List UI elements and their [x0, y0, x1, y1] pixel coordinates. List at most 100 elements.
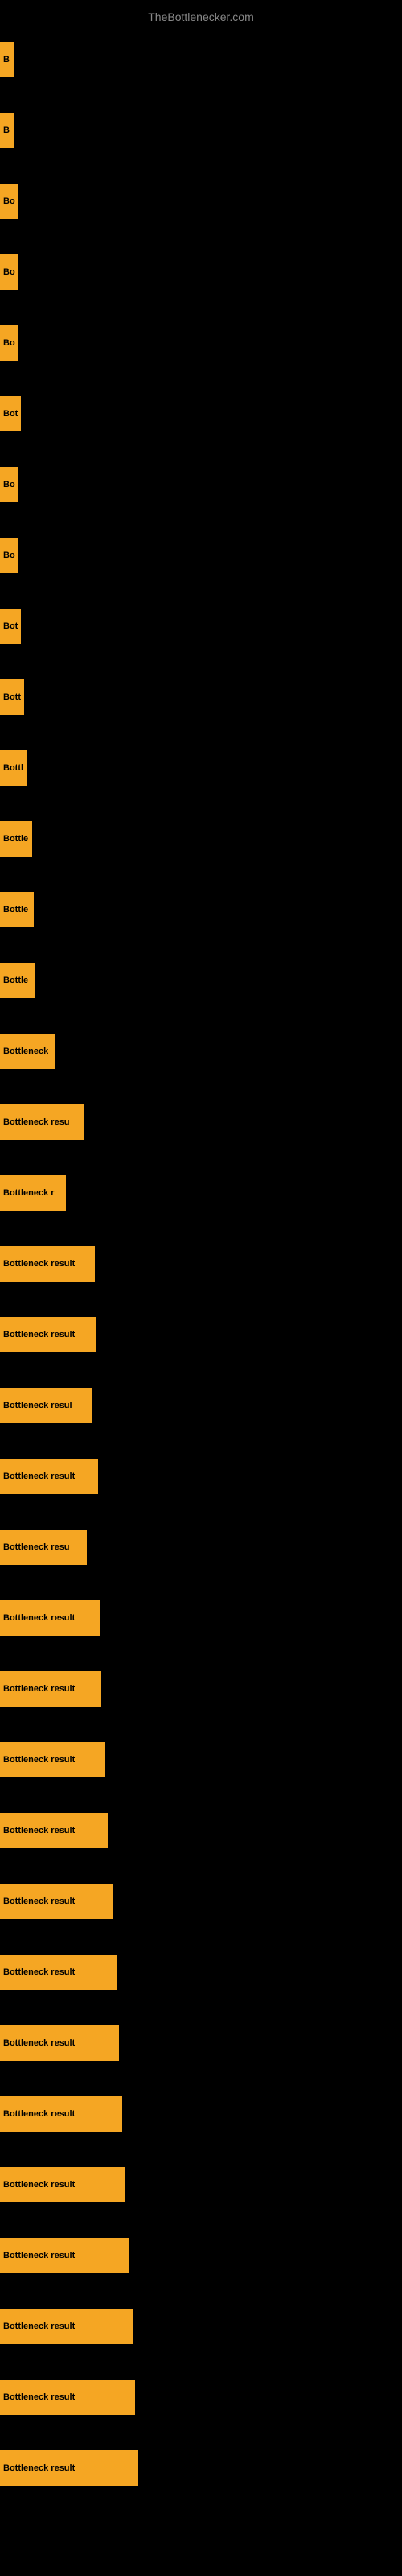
bar-row-34: Bottleneck result — [0, 2362, 402, 2433]
bar-label-9: Bot — [3, 621, 18, 631]
bar-label-31: Bottleneck result — [3, 2180, 75, 2190]
bar-label-23: Bottleneck result — [3, 1613, 75, 1623]
bar-18: Bottleneck result — [0, 1246, 95, 1282]
bar-label-35: Bottleneck result — [3, 2463, 75, 2473]
bar-row-3: Bo — [0, 166, 402, 237]
bar-4: Bo — [0, 254, 18, 290]
bar-label-34: Bottleneck result — [3, 2392, 75, 2402]
bar-32: Bottleneck result — [0, 2238, 129, 2273]
bar-label-5: Bo — [3, 338, 15, 348]
bar-label-27: Bottleneck result — [3, 1897, 75, 1906]
bar-15: Bottleneck — [0, 1034, 55, 1069]
bar-row-32: Bottleneck result — [0, 2220, 402, 2291]
bar-10: Bott — [0, 679, 24, 715]
bar-row-25: Bottleneck result — [0, 1724, 402, 1795]
bar-31: Bottleneck result — [0, 2167, 125, 2202]
bar-label-13: Bottle — [3, 905, 28, 914]
bar-label-7: Bo — [3, 480, 15, 489]
bar-row-26: Bottleneck result — [0, 1795, 402, 1866]
bar-row-31: Bottleneck result — [0, 2149, 402, 2220]
bar-2: B — [0, 113, 14, 148]
bar-row-13: Bottle — [0, 874, 402, 945]
bar-30: Bottleneck result — [0, 2096, 122, 2132]
bar-3: Bo — [0, 184, 18, 219]
bar-label-4: Bo — [3, 267, 15, 277]
bar-row-1: B — [0, 24, 402, 95]
bar-row-9: Bot — [0, 591, 402, 662]
bar-row-17: Bottleneck r — [0, 1158, 402, 1228]
bar-14: Bottle — [0, 963, 35, 998]
bar-row-10: Bott — [0, 662, 402, 733]
bar-label-24: Bottleneck result — [3, 1684, 75, 1694]
bar-row-23: Bottleneck result — [0, 1583, 402, 1653]
bar-23: Bottleneck result — [0, 1600, 100, 1636]
bar-label-25: Bottleneck result — [3, 1755, 75, 1765]
bar-label-2: B — [3, 126, 10, 135]
bar-row-21: Bottleneck result — [0, 1441, 402, 1512]
site-title: TheBottlenecker.com — [0, 4, 402, 27]
bar-row-20: Bottleneck resul — [0, 1370, 402, 1441]
bar-row-30: Bottleneck result — [0, 2079, 402, 2149]
bar-row-29: Bottleneck result — [0, 2008, 402, 2079]
bar-12: Bottle — [0, 821, 32, 857]
bar-8: Bo — [0, 538, 18, 573]
bar-label-29: Bottleneck result — [3, 2038, 75, 2048]
bar-5: Bo — [0, 325, 18, 361]
bar-row-35: Bottleneck result — [0, 2433, 402, 2504]
bar-label-19: Bottleneck result — [3, 1330, 75, 1340]
bar-row-11: Bottl — [0, 733, 402, 803]
bar-label-14: Bottle — [3, 976, 28, 985]
bar-35: Bottleneck result — [0, 2450, 138, 2486]
bar-19: Bottleneck result — [0, 1317, 96, 1352]
bar-26: Bottleneck result — [0, 1813, 108, 1848]
bar-row-15: Bottleneck — [0, 1016, 402, 1087]
bar-row-22: Bottleneck resu — [0, 1512, 402, 1583]
bar-label-22: Bottleneck resu — [3, 1542, 70, 1552]
bar-11: Bottl — [0, 750, 27, 786]
bar-label-28: Bottleneck result — [3, 1967, 75, 1977]
bar-row-12: Bottle — [0, 803, 402, 874]
bar-25: Bottleneck result — [0, 1742, 105, 1777]
bar-label-30: Bottleneck result — [3, 2109, 75, 2119]
bar-21: Bottleneck result — [0, 1459, 98, 1494]
bar-row-7: Bo — [0, 449, 402, 520]
bar-row-8: Bo — [0, 520, 402, 591]
bar-label-17: Bottleneck r — [3, 1188, 55, 1198]
bar-label-33: Bottleneck result — [3, 2322, 75, 2331]
bar-label-18: Bottleneck result — [3, 1259, 75, 1269]
bar-row-2: B — [0, 95, 402, 166]
bar-row-28: Bottleneck result — [0, 1937, 402, 2008]
bar-label-6: Bot — [3, 409, 18, 419]
bar-20: Bottleneck resul — [0, 1388, 92, 1423]
bar-label-15: Bottleneck — [3, 1046, 48, 1056]
bar-label-11: Bottl — [3, 763, 23, 773]
bar-label-12: Bottle — [3, 834, 28, 844]
bar-label-1: B — [3, 55, 10, 64]
bar-row-5: Bo — [0, 308, 402, 378]
bar-label-20: Bottleneck resul — [3, 1401, 72, 1410]
bar-row-33: Bottleneck result — [0, 2291, 402, 2362]
bar-row-4: Bo — [0, 237, 402, 308]
bar-9: Bot — [0, 609, 21, 644]
bar-16: Bottleneck resu — [0, 1104, 84, 1140]
bar-28: Bottleneck result — [0, 1955, 117, 1990]
bar-row-14: Bottle — [0, 945, 402, 1016]
bars-container: B B Bo Bo Bo Bot Bo Bo Bot Bott Bottl Bottle Bottle B… — [0, 24, 402, 2504]
bar-label-26: Bottleneck result — [3, 1826, 75, 1835]
bar-row-19: Bottleneck result — [0, 1299, 402, 1370]
bar-label-32: Bottleneck result — [3, 2251, 75, 2260]
bar-label-10: Bott — [3, 692, 21, 702]
bar-label-21: Bottleneck result — [3, 1472, 75, 1481]
bar-22: Bottleneck resu — [0, 1530, 87, 1565]
bar-row-6: Bot — [0, 378, 402, 449]
bar-label-8: Bo — [3, 551, 15, 560]
bar-row-16: Bottleneck resu — [0, 1087, 402, 1158]
bar-7: Bo — [0, 467, 18, 502]
bar-17: Bottleneck r — [0, 1175, 66, 1211]
bar-6: Bot — [0, 396, 21, 431]
bar-27: Bottleneck result — [0, 1884, 113, 1919]
bar-row-18: Bottleneck result — [0, 1228, 402, 1299]
bar-13: Bottle — [0, 892, 34, 927]
bar-24: Bottleneck result — [0, 1671, 101, 1707]
bar-1: B — [0, 42, 14, 77]
